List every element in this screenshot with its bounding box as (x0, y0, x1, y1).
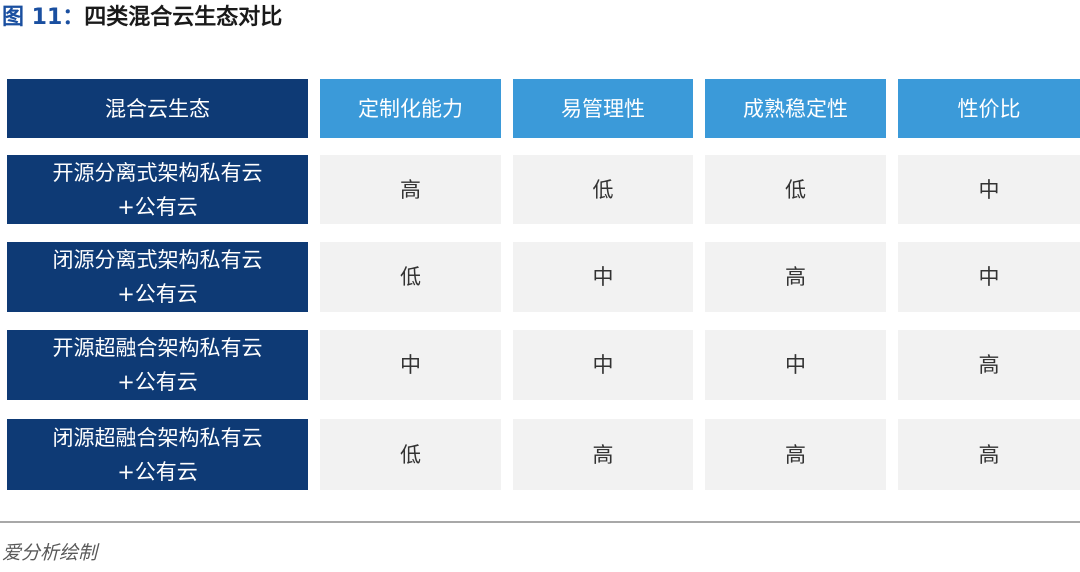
column-header-stability: 成熟稳定性 (705, 79, 886, 138)
column-header-cost-performance: 性价比 (898, 79, 1080, 138)
column-header-manageability: 易管理性 (513, 79, 693, 138)
row-header: 开源超融合架构私有云 +公有云 (7, 330, 308, 400)
table-cell: 高 (898, 330, 1080, 400)
row-header-line1: 闭源分离式架构私有云 (52, 248, 263, 272)
table-cell: 中 (320, 330, 501, 400)
comparison-table: 混合云生态 定制化能力 易管理性 成熟稳定性 性价比 开源分离式架构私有云 +公… (0, 0, 1080, 572)
table-cell: 中 (898, 155, 1080, 224)
table-cell: 低 (320, 242, 501, 312)
table-cell: 低 (513, 155, 693, 224)
table-cell: 高 (705, 242, 886, 312)
row-header-line1: 开源分离式架构私有云 (52, 160, 263, 185)
table-cell: 中 (513, 242, 693, 312)
row-header: 闭源超融合架构私有云 +公有云 (7, 419, 308, 490)
row-header-line2: +公有云 (117, 459, 198, 484)
table-corner-header: 混合云生态 (7, 79, 308, 138)
column-header-customization: 定制化能力 (320, 79, 501, 138)
table-cell: 高 (898, 419, 1080, 490)
source-divider (0, 521, 1080, 523)
row-header: 闭源分离式架构私有云 +公有云 (7, 242, 308, 312)
table-cell: 高 (513, 419, 693, 490)
table-cell: 中 (513, 330, 693, 400)
row-header-line1: 闭源超融合架构私有云 (52, 425, 263, 450)
table-cell: 中 (705, 330, 886, 400)
source-note: 爱分析绘制 (2, 542, 98, 564)
row-header: 开源分离式架构私有云 +公有云 (7, 155, 308, 224)
table-cell: 高 (320, 155, 501, 224)
table-cell: 低 (320, 419, 501, 490)
row-header-line1: 开源超融合架构私有云 (52, 336, 263, 360)
table-cell: 中 (898, 242, 1080, 312)
table-cell: 低 (705, 155, 886, 224)
table-cell: 高 (705, 419, 886, 490)
row-header-line2: +公有云 (117, 370, 198, 394)
row-header-line2: +公有云 (117, 194, 198, 219)
row-header-line2: +公有云 (117, 282, 198, 306)
